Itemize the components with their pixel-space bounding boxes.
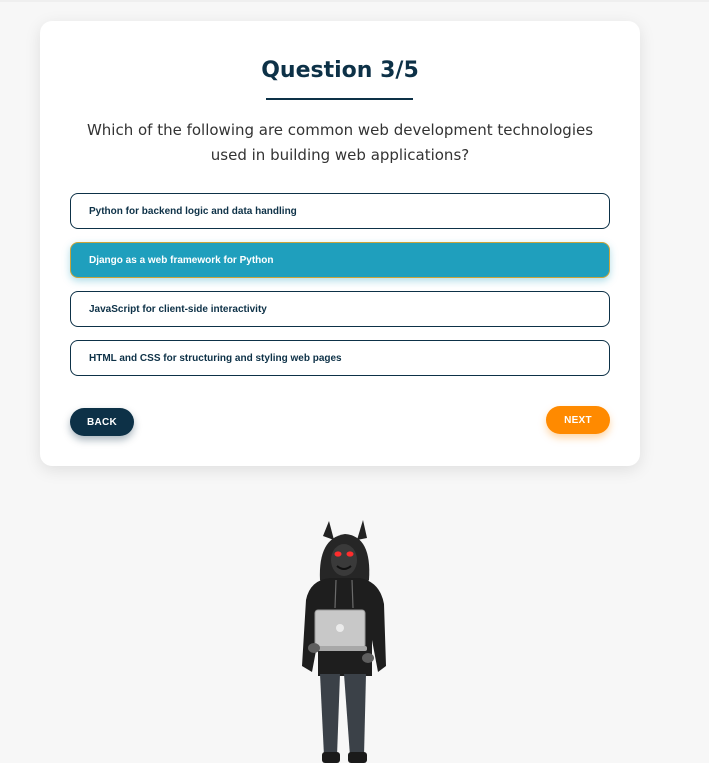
next-button[interactable]: NEXT [546,406,610,434]
question-counter: Question 3/5 [261,58,419,83]
answer-option-javascript[interactable]: JavaScript for client-side interactivity [70,291,610,327]
answer-option-label: JavaScript for client-side interactivity [89,303,267,315]
answer-option-django[interactable]: Django as a web framework for Python [70,242,610,278]
hooded-hacker-with-laptop-illustration [302,520,386,763]
question-text: Which of the following are common web de… [86,121,594,164]
answer-option-python[interactable]: Python for backend logic and data handli… [70,193,610,229]
answer-options: Python for backend logic and data handli… [70,193,610,389]
answer-option-label: Django as a web framework for Python [89,254,274,266]
top-strip [0,0,709,2]
quiz-card: Question 3/5 Which of the following are … [40,21,640,466]
title-underline [266,98,413,100]
answer-option-html-css[interactable]: HTML and CSS for structuring and styling… [70,340,610,376]
answer-option-label: HTML and CSS for structuring and styling… [89,352,342,364]
answer-option-label: Python for backend logic and data handli… [89,205,297,217]
back-button[interactable]: BACK [70,408,134,436]
